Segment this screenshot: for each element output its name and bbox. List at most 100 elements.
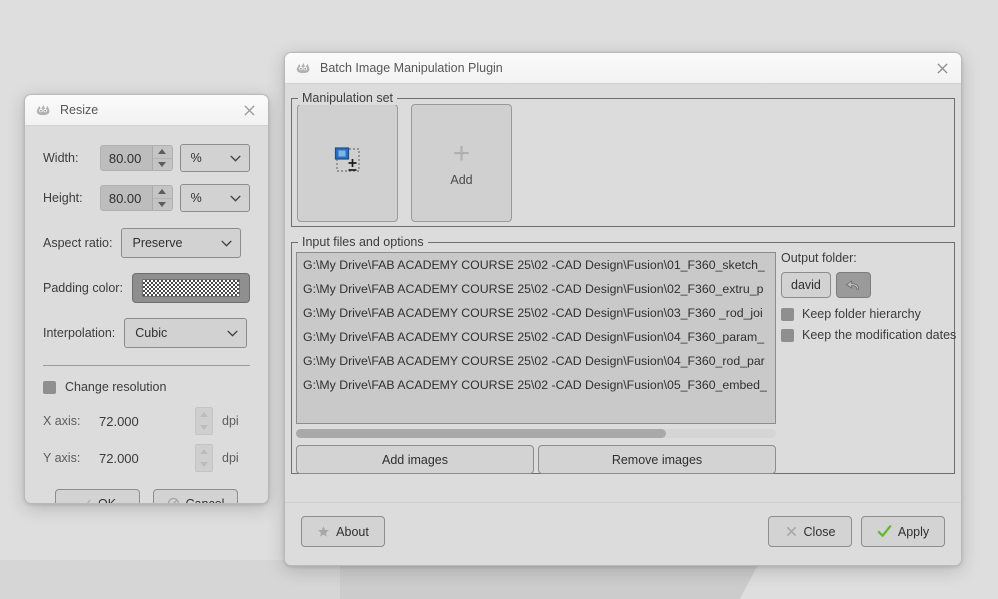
transparency-checkerboard-icon <box>141 279 240 297</box>
gimp-wilber-icon <box>35 103 52 118</box>
manipulation-set-list: + Add <box>292 99 954 222</box>
width-value[interactable]: 80.00 <box>100 146 152 170</box>
y-axis-stepper-up <box>196 445 212 458</box>
star-icon <box>318 526 330 537</box>
manipulation-set-title: Manipulation set <box>298 91 398 105</box>
keep-folder-hierarchy-row[interactable]: Keep folder hierarchy <box>781 307 951 321</box>
width-unit-combo[interactable]: % <box>179 144 250 172</box>
height-label: Height: <box>43 191 83 205</box>
interpolation-label: Interpolation: <box>43 326 116 340</box>
height-stepper[interactable] <box>151 186 172 211</box>
output-folder-controls: david <box>781 272 951 298</box>
close-button-label: Close <box>803 524 836 539</box>
height-stepper-up[interactable] <box>152 186 172 199</box>
keep-modification-dates-label: Keep the modification dates <box>802 328 957 342</box>
gimp-wilber-icon <box>295 61 312 76</box>
list-item[interactable]: G:\My Drive\FAB ACADEMY COURSE 25\02 -CA… <box>297 301 775 325</box>
bimp-titlebar: Batch Image Manipulation Plugin <box>285 53 961 84</box>
padding-color-swatch[interactable] <box>131 273 250 303</box>
aspect-ratio-combo[interactable]: Preserve <box>121 228 242 258</box>
width-label: Width: <box>43 151 79 165</box>
ok-button-label: OK <box>97 496 117 504</box>
list-item[interactable]: G:\My Drive\FAB ACADEMY COURSE 25\02 -CA… <box>297 277 775 301</box>
close-icon[interactable] <box>931 57 953 79</box>
bimp-action-bar: About Close Apply <box>285 502 961 565</box>
y-axis-row: Y axis: 72.000 dpi <box>43 444 250 472</box>
output-folder-reset-button[interactable] <box>835 272 871 298</box>
x-axis-value[interactable]: 72.000 <box>99 414 195 429</box>
list-item[interactable]: G:\My Drive\FAB ACADEMY COURSE 25\02 -CA… <box>297 349 775 373</box>
height-unit-combo[interactable]: % <box>179 184 250 212</box>
height-input[interactable]: 80.00 <box>99 185 173 211</box>
file-list-hscrollbar-thumb[interactable] <box>296 429 666 438</box>
input-file-list[interactable]: G:\My Drive\FAB ACADEMY COURSE 25\02 -CA… <box>296 252 776 424</box>
about-button-label: About <box>336 524 369 539</box>
chevron-down-icon <box>230 155 241 162</box>
input-files-frame: Input files and options G:\My Drive\FAB … <box>291 235 956 474</box>
ok-button[interactable]: OK <box>55 489 140 504</box>
resize-divider <box>43 365 250 366</box>
width-stepper-down[interactable] <box>153 159 172 171</box>
change-resolution-checkbox[interactable] <box>43 380 56 394</box>
width-stepper[interactable] <box>151 146 172 171</box>
manipulation-item-resize[interactable] <box>297 104 398 222</box>
add-manipulation-label: Add <box>450 173 473 187</box>
interpolation-row: Interpolation: Cubic <box>43 318 250 348</box>
x-axis-label: X axis: <box>43 414 81 428</box>
x-axis-unit: dpi <box>222 414 239 428</box>
apply-button[interactable]: Apply <box>861 516 945 547</box>
width-row: Width: 80.00 % <box>43 144 250 172</box>
add-images-label: Add images <box>381 452 448 467</box>
keep-folder-hierarchy-checkbox[interactable] <box>781 307 794 321</box>
output-folder-value: david <box>791 278 821 292</box>
resize-dialog: Resize Width: 80.00 % Height: 80.00 % As… <box>24 94 269 504</box>
add-images-button[interactable]: Add images <box>296 445 534 474</box>
interpolation-value: Cubic <box>135 326 168 340</box>
plus-icon: + <box>452 137 471 170</box>
file-list-hscrollbar[interactable] <box>296 429 776 438</box>
green-check-icon <box>877 525 892 537</box>
about-button[interactable]: About <box>301 516 385 547</box>
x-axis-stepper <box>195 407 213 435</box>
x-axis-row: X axis: 72.000 dpi <box>43 407 250 435</box>
resize-icon <box>331 145 365 182</box>
chevron-down-icon <box>230 195 241 202</box>
list-item[interactable]: G:\My Drive\FAB ACADEMY COURSE 25\02 -CA… <box>297 253 775 277</box>
output-folder-panel: Output folder: david Keep folder hierarc… <box>781 251 956 342</box>
cancel-button[interactable]: Cancel <box>153 489 238 503</box>
keep-modification-dates-row[interactable]: Keep the modification dates <box>781 328 956 342</box>
keep-modification-dates-checkbox[interactable] <box>781 328 794 342</box>
close-button[interactable]: Close <box>768 516 852 547</box>
y-axis-stepper-down <box>196 458 212 471</box>
remove-images-button[interactable]: Remove images <box>538 445 776 474</box>
padding-color-label: Padding color: <box>43 281 123 295</box>
change-resolution-row[interactable]: Change resolution <box>43 380 250 394</box>
width-input[interactable]: 80.00 <box>99 145 173 171</box>
width-unit-value: % <box>190 151 202 165</box>
output-folder-button[interactable]: david <box>781 272 831 298</box>
interpolation-combo[interactable]: Cubic <box>124 318 248 348</box>
height-value[interactable]: 80.00 <box>100 186 152 210</box>
y-axis-unit: dpi <box>222 451 239 465</box>
resize-titlebar: Resize <box>25 95 268 126</box>
chevron-down-icon <box>227 330 238 337</box>
undo-arrow-icon <box>845 279 859 290</box>
height-stepper-down[interactable] <box>153 199 172 211</box>
input-files-title: Input files and options <box>298 235 428 249</box>
list-item[interactable]: G:\My Drive\FAB ACADEMY COURSE 25\02 -CA… <box>297 373 775 397</box>
list-item[interactable]: G:\My Drive\FAB ACADEMY COURSE 25\02 -CA… <box>297 325 775 349</box>
width-stepper-up[interactable] <box>152 146 172 159</box>
padding-color-row: Padding color: <box>43 273 250 303</box>
x-axis-stepper-down <box>196 421 212 434</box>
add-manipulation-card[interactable]: + Add <box>411 104 512 222</box>
chevron-down-icon <box>221 240 233 247</box>
keep-folder-hierarchy-label: Keep folder hierarchy <box>802 307 921 321</box>
aspect-ratio-value: Preserve <box>132 236 183 250</box>
resize-action-row: OK Cancel <box>43 489 250 504</box>
y-axis-value[interactable]: 72.000 <box>99 451 195 466</box>
output-folder-label: Output folder: <box>781 251 857 265</box>
y-axis-label: Y axis: <box>43 451 81 465</box>
close-icon[interactable] <box>238 99 260 121</box>
aspect-ratio-label: Aspect ratio: <box>43 236 113 250</box>
file-list-buttons: Add images Remove images <box>296 445 776 474</box>
